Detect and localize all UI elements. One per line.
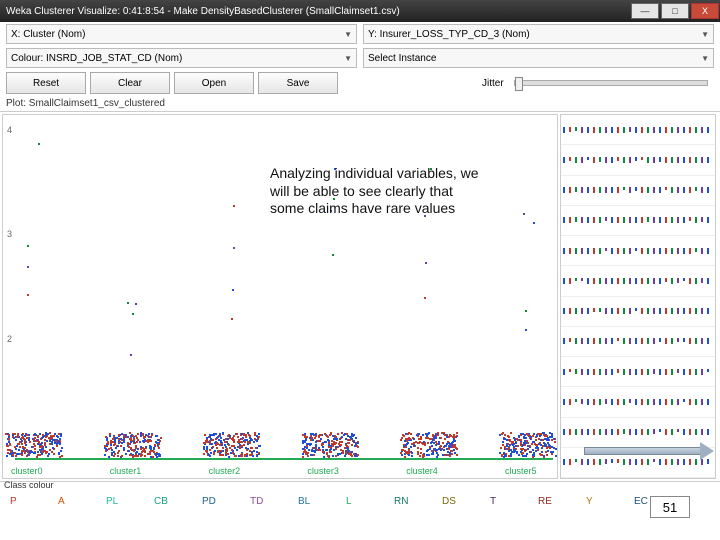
outlier-point [523,213,525,215]
outlier-point [424,297,426,299]
attribute-thumbnail[interactable] [561,115,715,145]
clear-button[interactable]: Clear [90,72,170,94]
class-colour-bar: Class colour P A PL CB PD TD BL L RN DS T RE Y EC [0,481,720,515]
arrow-icon [584,442,714,460]
y-tick: 3 [7,229,12,239]
x-axis-label: X: Cluster (Nom) [11,29,344,40]
outlier-point [27,266,29,268]
window-titlebar: Weka Clusterer Visualize: 0:41:8:54 - Ma… [0,0,720,22]
outlier-point [232,289,234,291]
outlier-point [27,245,29,247]
attribute-thumbnail[interactable] [561,327,715,357]
class-code: EC [634,496,648,507]
class-code: DS [442,496,456,507]
attribute-thumbnail[interactable] [561,145,715,175]
attribute-thumbnail[interactable] [561,387,715,417]
axis-row-1: X: Cluster (Nom) ▼ Y: Insurer_LOSS_TYP_C… [0,22,720,46]
class-code: BL [298,496,310,507]
window-title: Weka Clusterer Visualize: 0:41:8:54 - Ma… [6,6,630,17]
outlier-point [525,329,527,331]
attribute-thumbnail[interactable] [561,297,715,327]
attribute-thumbnail[interactable] [561,357,715,387]
x-tick: cluster5 [505,466,537,476]
attribute-thumbnail[interactable] [561,266,715,296]
class-code: TD [250,496,263,507]
x-tick: cluster2 [209,466,241,476]
chevron-down-icon: ▼ [701,54,709,63]
class-code: Y [586,496,593,507]
chevron-down-icon: ▼ [344,30,352,39]
x-tick: cluster0 [11,466,43,476]
class-code: RN [394,496,408,507]
outlier-point [332,254,334,256]
class-code: RE [538,496,552,507]
cluster-blob [5,432,61,458]
y-tick: 4 [7,125,12,135]
class-colour-label: Class colour [4,480,54,490]
chevron-down-icon: ▼ [344,54,352,63]
select-instance-dropdown[interactable]: Select Instance ▼ [363,48,714,68]
jitter-slider[interactable] [514,80,708,86]
y-axis-label: Y: Insurer_LOSS_TYP_CD_3 (Nom) [368,29,701,40]
x-tick: cluster1 [110,466,142,476]
toolbar-row: Reset Clear Open Save Jitter [0,70,720,96]
minimize-button[interactable]: — [631,3,659,19]
outlier-point [525,310,527,312]
cluster-blob [203,432,259,458]
attribute-thumbnail[interactable] [561,176,715,206]
outlier-point [231,318,233,320]
jitter-thumb[interactable] [515,77,523,91]
cluster-blob [104,432,160,458]
outlier-point [425,262,427,264]
x-axis-line [15,458,553,460]
outlier-point [27,294,29,296]
class-code: T [490,496,496,507]
outlier-point [135,303,137,305]
maximize-button[interactable]: □ [661,3,689,19]
class-code: L [346,496,352,507]
open-button[interactable]: Open [174,72,254,94]
outlier-point [38,143,40,145]
cluster-blob [499,432,555,458]
cluster-blob [400,432,456,458]
attribute-thumbnail[interactable] [561,236,715,266]
attribute-thumbnail[interactable] [561,206,715,236]
color-label: Colour: INSRD_JOB_STAT_CD (Nom) [11,53,344,64]
outlier-point [130,354,132,356]
class-code: CB [154,496,168,507]
class-code: PD [202,496,216,507]
page-number: 51 [650,496,690,518]
y-axis-dropdown[interactable]: Y: Insurer_LOSS_TYP_CD_3 (Nom) ▼ [363,24,714,44]
class-code: P [10,496,17,507]
outlier-point [127,302,129,304]
close-button[interactable]: X [691,3,719,19]
class-code: A [58,496,65,507]
outlier-point [233,205,235,207]
plot-title: Plot: SmallClaimset1_csv_clustered [0,96,720,111]
x-tick: cluster4 [406,466,438,476]
color-dropdown[interactable]: Colour: INSRD_JOB_STAT_CD (Nom) ▼ [6,48,357,68]
outlier-point [233,247,235,249]
window-buttons: — □ X [630,3,720,19]
reset-button[interactable]: Reset [6,72,86,94]
attribute-thumbnails[interactable] [560,114,716,479]
x-axis-dropdown[interactable]: X: Cluster (Nom) ▼ [6,24,357,44]
outlier-point [132,313,134,315]
select-instance-label: Select Instance [368,53,701,64]
cluster-blob [301,432,357,458]
x-tick: cluster3 [307,466,339,476]
axis-row-2: Colour: INSRD_JOB_STAT_CD (Nom) ▼ Select… [0,46,720,70]
outlier-point [533,222,535,224]
jitter-label: Jitter [482,78,504,89]
y-tick: 2 [7,334,12,344]
annotation-text: Analyzing individual variables, we will … [270,165,480,218]
save-button[interactable]: Save [258,72,338,94]
class-code: PL [106,496,118,507]
chevron-down-icon: ▼ [701,30,709,39]
